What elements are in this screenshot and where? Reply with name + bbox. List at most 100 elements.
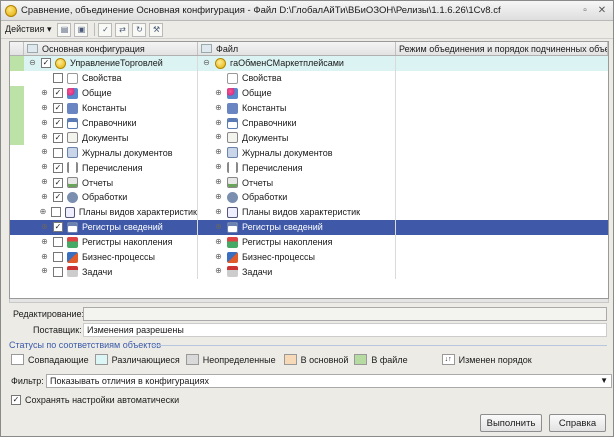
expand-icon[interactable]: ⊕ [40, 163, 49, 172]
merge-checkbox[interactable] [53, 222, 63, 233]
merge-mode-cell[interactable] [396, 264, 608, 279]
merge-checkbox[interactable] [53, 88, 63, 99]
expand-icon[interactable]: ⊕ [39, 207, 47, 217]
file-cell[interactable]: Свойства [198, 70, 396, 86]
main-config-cell[interactable]: ⊕ Регистры накопления [24, 234, 198, 250]
merge-mode-cell[interactable] [396, 71, 608, 86]
tree-row[interactable]: ⊕ Справочники ⊕ Справочники [10, 115, 608, 131]
merge-checkbox[interactable] [53, 103, 63, 114]
tree-row[interactable]: ⊕ Перечисления ⊕ Перечисления [10, 160, 608, 176]
main-config-cell[interactable]: ⊕ Планы видов характеристик [24, 204, 198, 220]
header-main-config[interactable]: Основная конфигурация [24, 42, 198, 55]
expand-icon[interactable]: ⊕ [214, 222, 223, 232]
file-cell[interactable]: ⊕ Планы видов характеристик [198, 204, 396, 220]
merge-checkbox[interactable] [53, 192, 63, 203]
settings-icon[interactable]: ⚒ [149, 22, 164, 37]
merge-mode-cell[interactable] [396, 86, 608, 101]
main-config-cell[interactable]: Свойства [24, 70, 198, 86]
main-config-cell[interactable]: ⊕ Обработки [24, 190, 198, 205]
merge-checkbox[interactable] [41, 58, 51, 69]
main-config-cell[interactable]: ⊕ Бизнес-процессы [24, 249, 198, 265]
merge-mode-cell[interactable] [396, 116, 608, 131]
tree-row[interactable]: Свойства Свойства [10, 70, 608, 86]
tree-row[interactable]: ⊕ Регистры накопления ⊕ Регистры накопления [10, 234, 608, 250]
tree-row[interactable]: ⊕ Планы видов характеристик ⊕ Планы видов х… [10, 204, 608, 220]
expand-icon[interactable]: ⊕ [214, 133, 223, 142]
chevron-down-icon[interactable]: ▼ [600, 376, 608, 385]
expand-icon[interactable]: ⊕ [214, 237, 223, 247]
main-config-cell[interactable]: ⊕ Журналы документов [24, 145, 198, 161]
tree-row[interactable]: ⊕ Журналы документов ⊕ Журналы документов [10, 145, 608, 161]
file-cell[interactable]: ⊕ Перечисления [198, 160, 396, 176]
expand-icon[interactable]: ⊕ [40, 88, 49, 98]
merge-checkbox[interactable] [53, 132, 63, 143]
comparison-tree-grid[interactable]: Основная конфигурация Файл Режим объедин… [9, 41, 609, 299]
file-cell[interactable]: ⊕ Бизнес-процессы [198, 249, 396, 265]
main-config-cell[interactable]: ⊕ Регистры сведений [24, 219, 198, 235]
merge-checkbox[interactable] [51, 207, 61, 218]
expand-icon[interactable]: ⊕ [40, 133, 49, 142]
merge-checkbox[interactable] [53, 252, 63, 263]
file-cell[interactable]: ⊕ Регистры накопления [198, 234, 396, 250]
tree-row[interactable]: ⊕ Бизнес-процессы ⊕ Бизнес-процессы [10, 249, 608, 265]
merge-checkbox[interactable] [53, 118, 63, 128]
expand-icon[interactable]: ⊕ [214, 103, 223, 113]
tree-row[interactable]: ⊕ Общие ⊕ Общие [10, 85, 608, 101]
expand-icon[interactable]: ⊕ [214, 148, 223, 157]
main-config-cell[interactable]: ⊕ Константы [24, 100, 198, 116]
expand-icon[interactable]: ⊕ [214, 118, 223, 128]
save-settings-row[interactable]: Сохранять настройки автоматически [11, 395, 179, 405]
file-cell[interactable]: ⊖ гаОбменСМаркетплейсами [198, 56, 396, 71]
expand-icon[interactable]: ⊕ [214, 88, 223, 98]
minimize-icon[interactable]: ▫ [579, 5, 591, 17]
file-cell[interactable]: ⊕ Обработки [198, 190, 396, 205]
tree-row[interactable]: ⊕ Задачи ⊕ Задачи [10, 264, 608, 280]
compare-icon[interactable]: ⇄ [115, 22, 130, 37]
expand-icon[interactable]: ⊕ [214, 267, 223, 276]
main-config-cell[interactable]: ⊕ Общие [24, 85, 198, 101]
expand-icon[interactable]: ⊕ [40, 148, 49, 157]
tree-row[interactable]: ⊕ Константы ⊕ Константы [10, 100, 608, 116]
expand-icon[interactable]: ⊕ [40, 178, 49, 187]
close-icon[interactable]: ✕ [596, 5, 608, 17]
merge-checkbox[interactable] [53, 237, 63, 248]
expand-icon[interactable]: ⊕ [40, 103, 49, 113]
file-cell[interactable]: ⊕ Константы [198, 100, 396, 116]
header-merge-mode[interactable]: Режим объединения и порядок подчиненных … [396, 42, 608, 55]
actions-menu[interactable]: Действия ▾ [5, 24, 51, 35]
file-cell[interactable]: ⊕ Справочники [198, 115, 396, 131]
file-cell[interactable]: ⊕ Общие [198, 85, 396, 101]
file-cell[interactable]: ⊕ Задачи [198, 264, 396, 280]
expand-icon[interactable]: ⊕ [214, 178, 223, 187]
merge-mode-cell[interactable] [396, 101, 608, 116]
refresh-icon[interactable]: ↻ [132, 22, 147, 37]
main-config-cell[interactable]: ⊖ УправлениеТорговлей [24, 56, 198, 71]
tree-row[interactable]: ⊕ Обработки ⊕ Обработки [10, 190, 608, 205]
merge-checkbox[interactable] [53, 162, 63, 173]
merge-mode-cell[interactable] [396, 220, 608, 235]
tree-row[interactable]: ⊕ Регистры сведений ⊕ Регистры сведений [10, 219, 608, 235]
expand-icon[interactable]: ⊕ [40, 267, 49, 276]
expand-icon[interactable]: ⊕ [40, 192, 49, 202]
main-config-cell[interactable]: ⊕ Документы [24, 130, 198, 146]
merge-checkbox[interactable] [53, 266, 63, 277]
file-cell[interactable]: ⊕ Журналы документов [198, 145, 396, 161]
expand-icon[interactable]: ⊕ [40, 222, 49, 232]
open-file-icon[interactable]: ▤ [57, 22, 72, 37]
save-settings-checkbox[interactable] [11, 395, 21, 405]
merge-mode-cell[interactable] [396, 175, 608, 190]
merge-mode-cell[interactable] [396, 160, 608, 175]
merge-checkbox[interactable] [53, 73, 63, 84]
merge-checkbox[interactable] [53, 177, 63, 188]
expand-icon[interactable]: ⊕ [214, 252, 223, 262]
file-cell[interactable]: ⊕ Отчеты [198, 175, 396, 191]
collapse-icon[interactable]: ⊖ [28, 58, 37, 68]
horizontal-scrollbar[interactable] [9, 299, 609, 303]
expand-icon[interactable]: ⊕ [214, 163, 223, 172]
collapse-icon[interactable]: ⊖ [202, 58, 211, 68]
main-config-cell[interactable]: ⊕ Справочники [24, 115, 198, 131]
merge-mode-cell[interactable] [396, 190, 608, 205]
tree-row[interactable]: ⊖ УправлениеТорговлей ⊖ гаОбменСМаркетплейс… [10, 56, 608, 71]
header-file[interactable]: Файл [198, 42, 396, 55]
expand-icon[interactable]: ⊕ [214, 207, 223, 217]
